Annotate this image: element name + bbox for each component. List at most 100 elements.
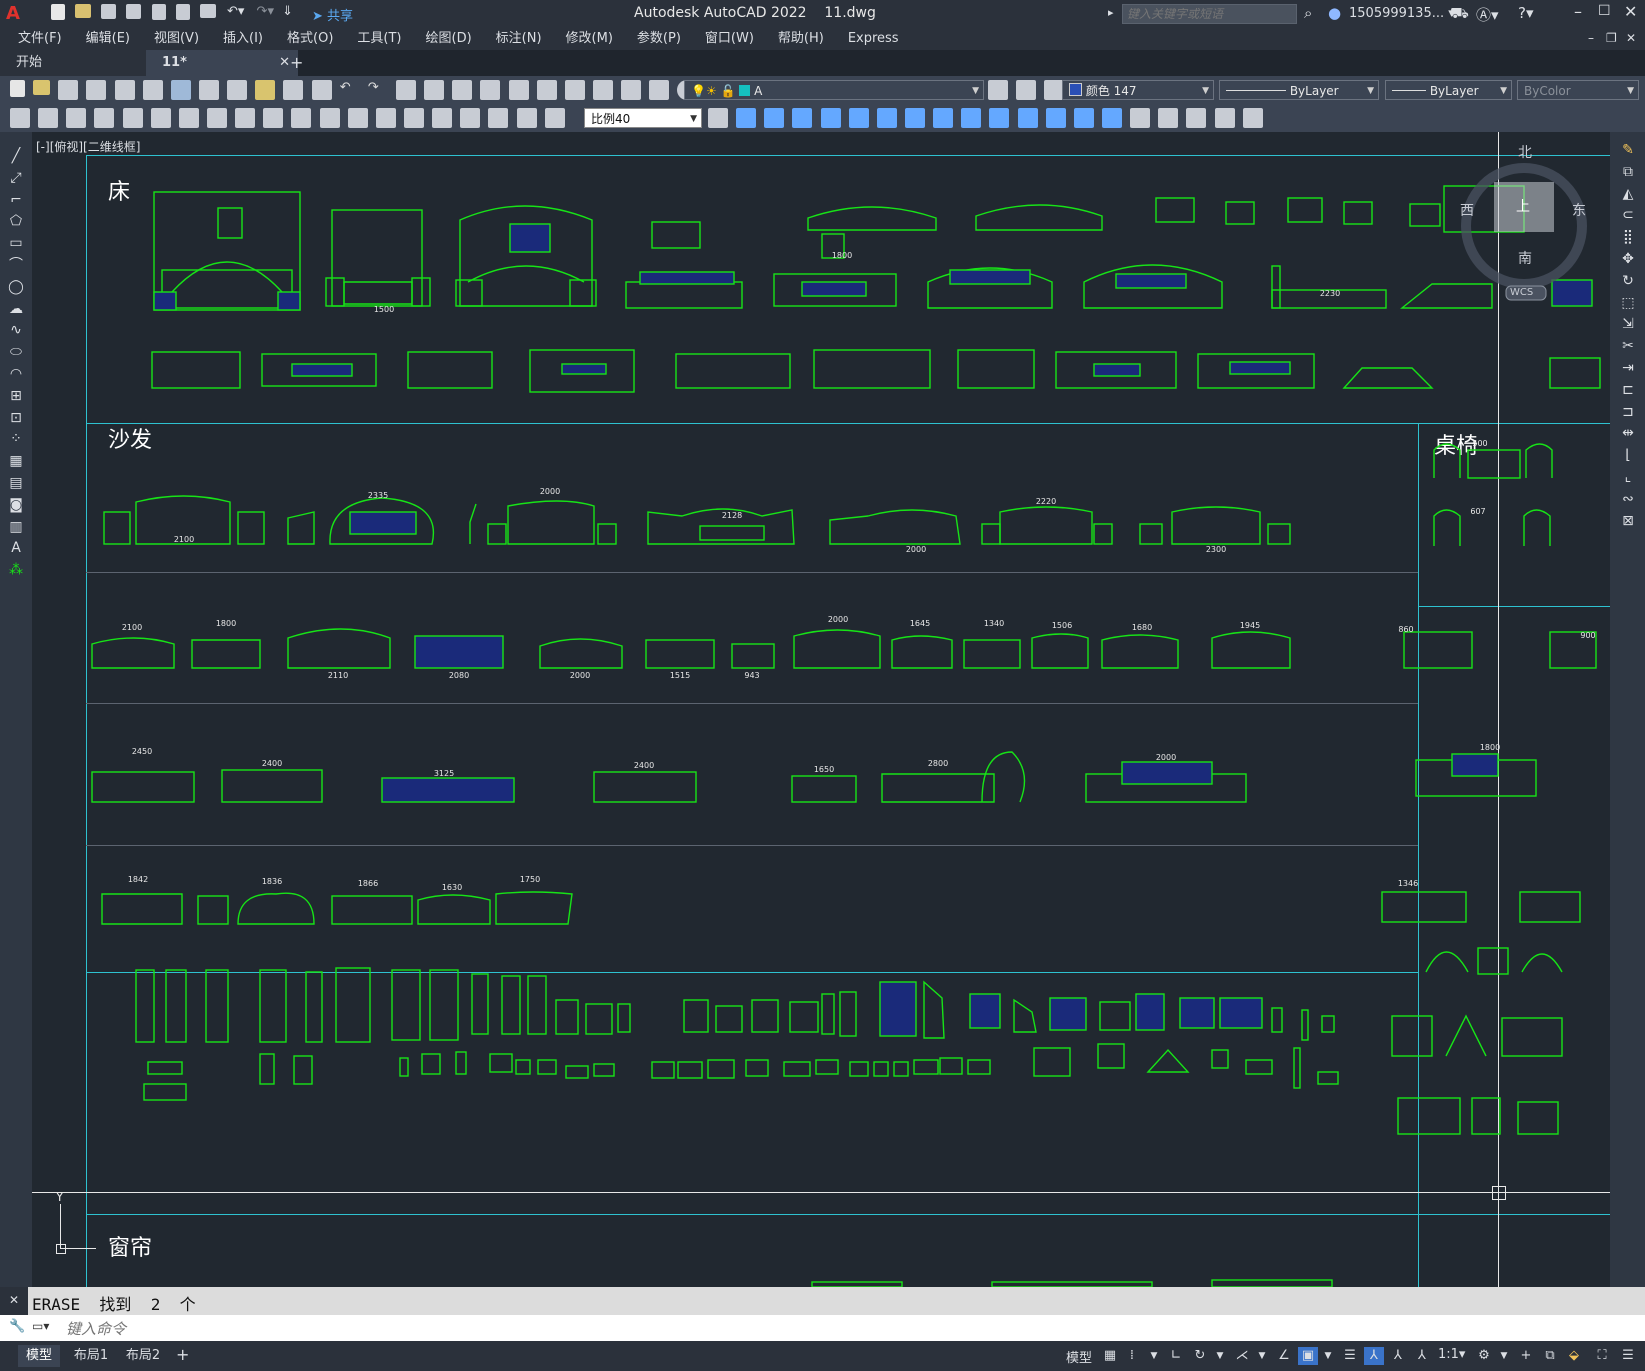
dim-ordinate-icon[interactable] [94,108,115,128]
explode-icon[interactable] [1130,108,1151,128]
annotation-scale-icon[interactable]: ⅄ [1412,1347,1432,1365]
copy-object-icon[interactable] [736,108,757,128]
units-icon[interactable]: ⧉ [1540,1347,1560,1365]
undo-icon[interactable]: ↶▾ [227,4,244,19]
bring-front-icon[interactable] [1214,108,1235,128]
doc-restore-button[interactable]: ❐ [1606,31,1617,45]
offset-icon[interactable] [792,108,813,128]
dim-edit-icon[interactable] [488,108,509,128]
search-expand-icon[interactable]: ▸ [1108,6,1114,19]
cut-icon[interactable] [198,80,219,100]
osnap-settings-icon[interactable]: ▼ [1318,1347,1338,1365]
grid-icon[interactable]: ▦ [1100,1347,1120,1365]
plot-icon[interactable] [86,80,107,100]
break-icon[interactable]: ⊐ [1616,402,1640,424]
dim-text-edit-icon[interactable] [516,108,537,128]
stretch-icon[interactable] [933,108,954,128]
app-logo[interactable]: A [6,3,26,25]
circle-icon[interactable]: ◯ [4,277,28,299]
viewcube-south[interactable]: 南 [1518,248,1532,268]
table-icon[interactable]: ▥ [4,517,28,539]
dim-aligned-icon[interactable] [38,108,59,128]
customize-icon[interactable]: 🔧 [9,1319,25,1334]
paste-icon[interactable] [255,80,276,100]
3d-print-icon[interactable] [170,80,191,100]
save-icon[interactable] [101,4,117,19]
help-icon[interactable]: ?▾ [1518,4,1534,22]
scale-icon[interactable] [904,108,925,128]
user-icon[interactable]: ● [1328,4,1341,22]
menu-edit[interactable]: 编辑(E) [74,28,142,50]
drawing-canvas[interactable]: [-][俯视][二维线框] Y 床 沙发 桌椅 窗帘 1500 1800 223… [32,132,1610,1287]
close-command-icon[interactable]: ✕ [9,1293,19,1307]
copy-icon[interactable]: ⧉ [1616,162,1640,184]
break-icon[interactable] [1017,108,1038,128]
markup-icon[interactable] [621,80,642,100]
menu-parametric[interactable]: 参数(P) [625,28,693,50]
chamfer-icon[interactable]: ⌊ [1616,445,1640,467]
add-layout-button[interactable]: + [176,1345,189,1364]
dim-break-icon[interactable] [347,108,368,128]
rotate-icon[interactable] [876,108,897,128]
open-icon[interactable] [33,80,51,95]
polygon-icon[interactable]: ⬠ [4,211,28,233]
auto-scale-icon[interactable]: ⅄ [1388,1347,1408,1365]
qnew-icon[interactable] [10,80,25,97]
maximize-button[interactable]: ☐ [1598,3,1611,19]
redo-icon[interactable]: ↷ [368,80,388,100]
fillet-icon[interactable] [1101,108,1122,128]
offset-icon[interactable]: ⊂ [1616,205,1640,227]
customize-qat-icon[interactable]: ⇓ [282,4,293,19]
array-icon[interactable]: ⣿ [1616,227,1640,249]
doc-minimize-button[interactable]: – [1588,31,1594,45]
scale-icon[interactable]: ⬚ [1616,293,1640,315]
workspace-gear-icon[interactable]: ⚙ [1474,1347,1494,1365]
join-icon[interactable] [1045,108,1066,128]
rotate-icon[interactable]: ↻ [1616,271,1640,293]
autodesk-a360-icon[interactable]: Ⓐ▾ [1476,4,1499,25]
zoom-window-icon[interactable] [452,80,473,100]
block-editor-icon[interactable] [311,80,332,100]
break-at-point-icon[interactable]: ⊏ [1616,380,1640,402]
redo-icon[interactable]: ↷▾ [257,4,274,19]
open-file-icon[interactable] [75,4,92,18]
layer-previous-icon[interactable] [1016,80,1037,100]
pan-icon[interactable] [395,80,416,100]
ortho-icon[interactable]: ∟ [1166,1347,1186,1365]
viewcube-west[interactable]: 西 [1460,200,1474,220]
blend-icon[interactable] [1158,108,1179,128]
user-account[interactable]: 1505999135... ▾ [1349,6,1455,21]
open-web-icon[interactable] [151,4,166,20]
spline-icon[interactable]: ∿ [4,320,28,342]
isodraft-icon[interactable]: ⋌ [1232,1347,1252,1365]
gradient-icon[interactable]: ▤ [4,473,28,495]
new-file-icon[interactable] [51,4,65,20]
ellipse-arc-icon[interactable]: ◠ [4,364,28,386]
tab-layout2[interactable]: 布局2 [120,1345,166,1367]
copy-icon[interactable] [227,80,248,100]
tool-palettes-icon[interactable] [564,80,585,100]
jogged-linear-icon[interactable] [460,108,481,128]
menu-modify[interactable]: 修改(M) [554,28,625,50]
save-as-icon[interactable] [126,4,142,19]
dim-radius-icon[interactable] [122,108,143,128]
mtext-icon[interactable]: A [4,538,28,560]
quick-dim-icon[interactable] [235,108,256,128]
stretch-icon[interactable]: ⇲ [1616,314,1640,336]
dim-style-icon[interactable] [708,108,728,128]
make-block-icon[interactable]: ⊡ [4,408,28,430]
erase-icon[interactable]: ✎ [1616,140,1640,162]
send-back-icon[interactable] [1242,108,1263,128]
insert-block-icon[interactable]: ⊞ [4,386,28,408]
dim-diameter-icon[interactable] [178,108,199,128]
close-button[interactable]: ✕ [1624,2,1637,21]
menu-dimension[interactable]: 标注(N) [484,28,554,50]
wcs-menu[interactable]: WCS [1510,287,1533,298]
share-button[interactable]: ➤ 共享 [312,5,353,24]
explode-icon[interactable]: ⊠ [1616,511,1640,533]
mirror-icon[interactable]: ◭ [1616,184,1640,206]
match-prop-icon[interactable] [283,80,304,100]
search-icon[interactable]: ⌕ [1304,4,1312,22]
menu-file[interactable]: 文件(F) [6,28,74,50]
polyline-icon[interactable]: ⌐ [4,190,28,212]
